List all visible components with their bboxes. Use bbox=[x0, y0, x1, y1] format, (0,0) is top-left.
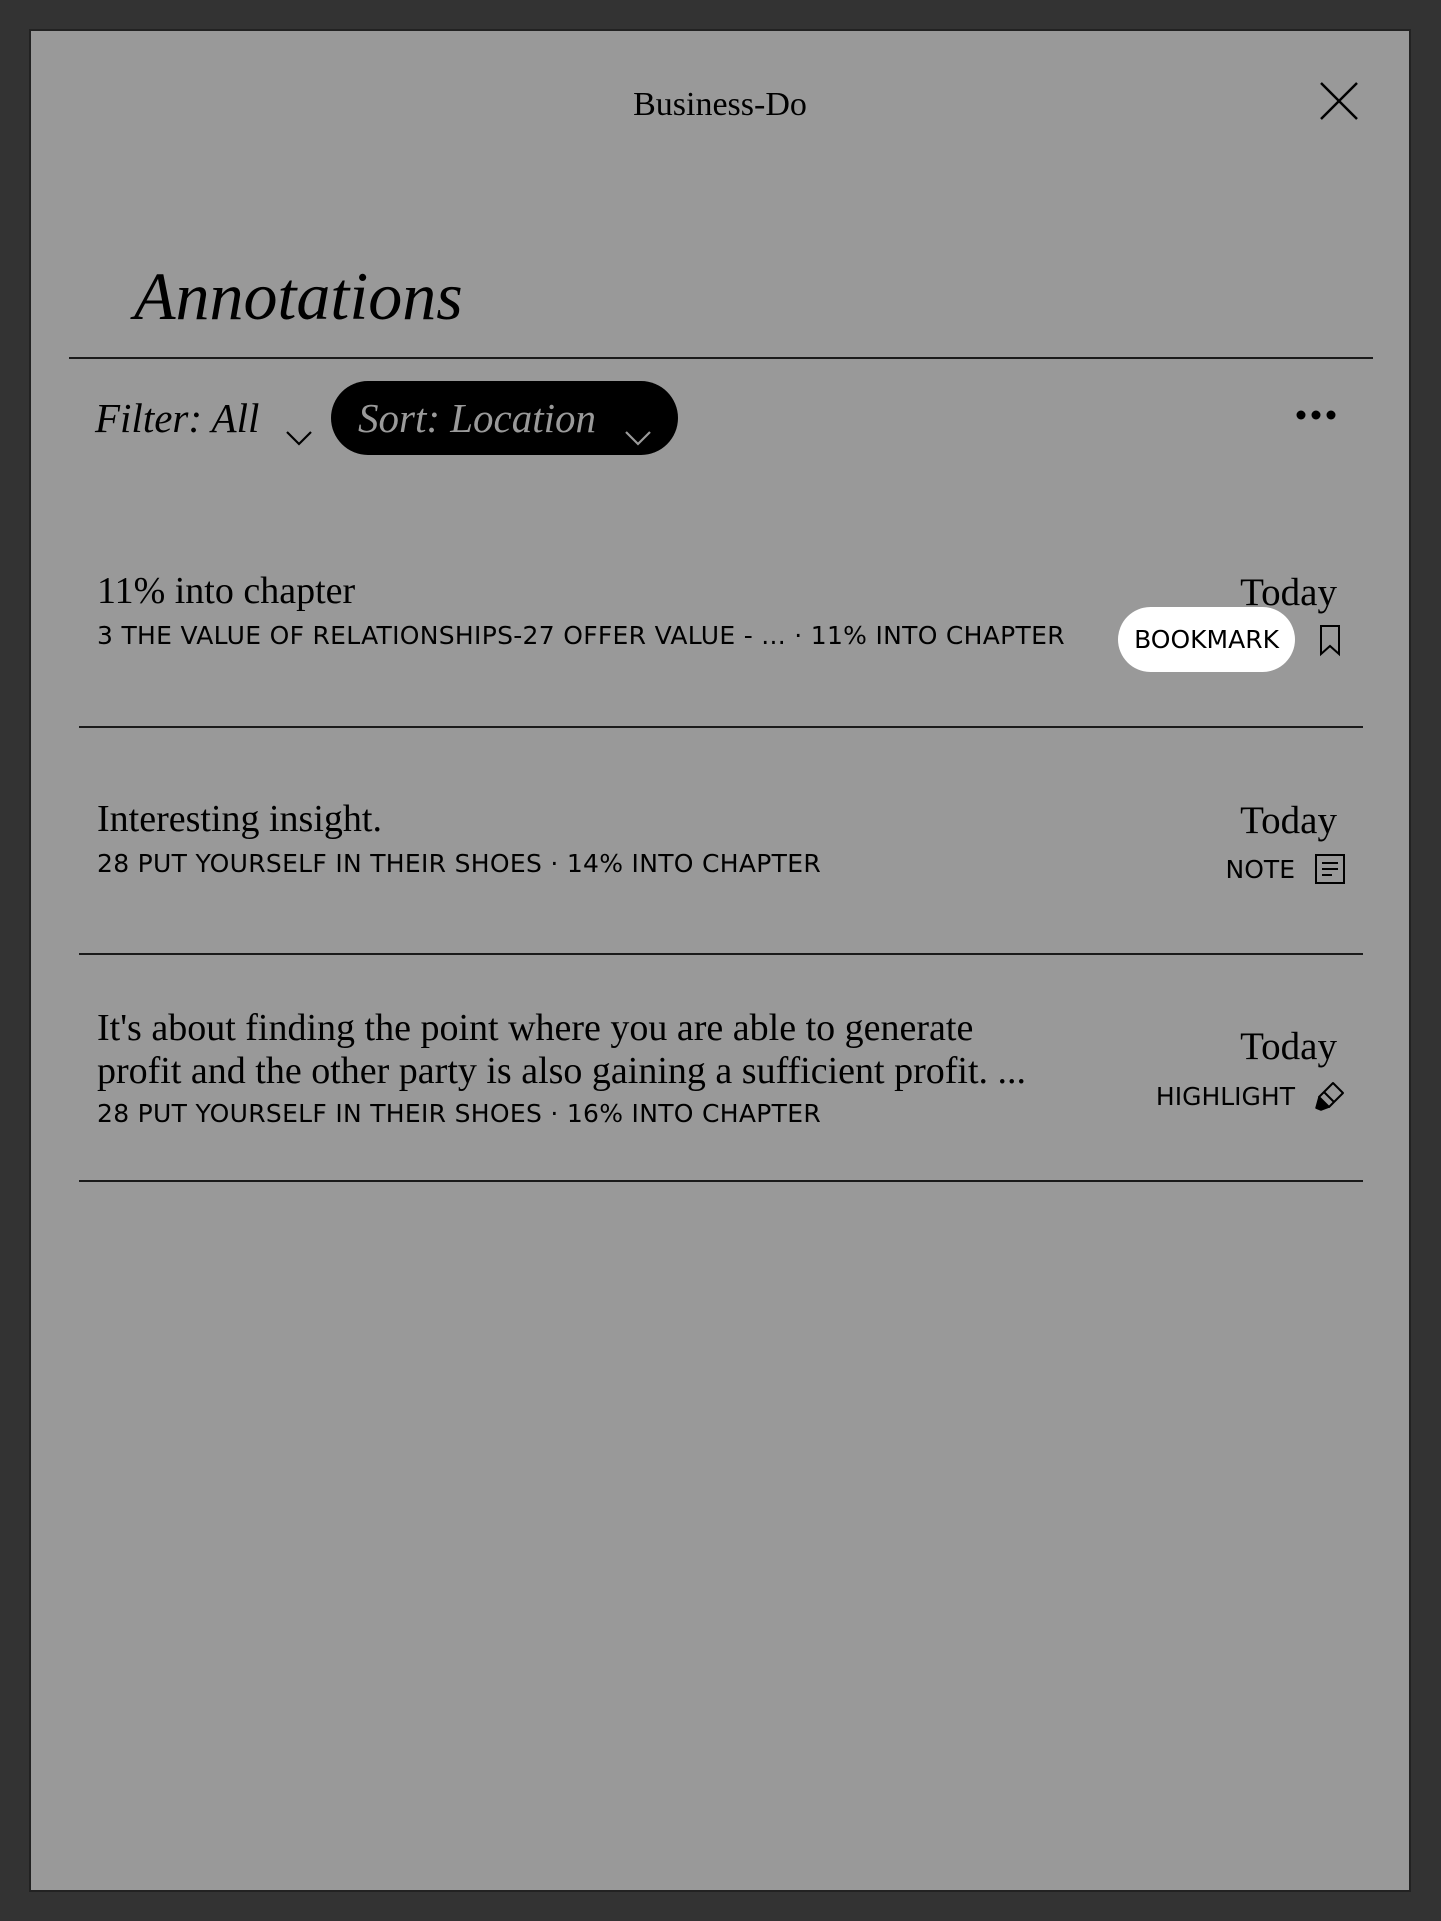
annotation-text-line-1: It's about finding the point where you a… bbox=[97, 1007, 974, 1049]
sort-label: Sort: Location bbox=[358, 395, 597, 441]
annotation-text: 11% into chapter bbox=[97, 570, 356, 612]
heading-divider bbox=[69, 357, 1373, 359]
annotation-location: 28 PUT YOURSELF IN THEIR SHOES · 14% INT… bbox=[97, 849, 822, 878]
annotations-panel: Business-Do Annotations Filter: All Sort… bbox=[29, 29, 1411, 1892]
annotation-location: 28 PUT YOURSELF IN THEIR SHOES · 16% INT… bbox=[97, 1099, 822, 1128]
annotation-text: Interesting insight. bbox=[97, 798, 382, 840]
chevron-down-icon bbox=[624, 409, 652, 446]
close-icon bbox=[1320, 82, 1358, 120]
close-button[interactable] bbox=[1313, 75, 1365, 127]
more-options-button[interactable] bbox=[1295, 403, 1337, 427]
chevron-down-icon bbox=[285, 409, 313, 446]
type-label: HIGHLIGHT bbox=[1155, 1081, 1295, 1111]
annotation-type: BOOKMARK bbox=[1118, 607, 1347, 672]
filter-dropdown[interactable]: Filter: All bbox=[95, 381, 313, 455]
note-icon bbox=[1313, 852, 1347, 886]
annotation-date: Today bbox=[1240, 799, 1337, 842]
list-item[interactable]: Interesting insight. 28 PUT YOURSELF IN … bbox=[79, 728, 1363, 955]
annotations-list: 11% into chapter 3 THE VALUE OF RELATION… bbox=[79, 501, 1363, 1182]
item-content: It's about finding the point where you a… bbox=[97, 1007, 1133, 1128]
more-horizontal-icon bbox=[1296, 410, 1336, 420]
bookmark-icon bbox=[1313, 623, 1347, 657]
highlighter-icon bbox=[1313, 1079, 1347, 1113]
list-item[interactable]: It's about finding the point where you a… bbox=[79, 955, 1363, 1182]
annotation-location: 3 THE VALUE OF RELATIONSHIPS-27 OFFER VA… bbox=[97, 621, 1065, 650]
sort-dropdown[interactable]: Sort: Location bbox=[331, 381, 679, 455]
type-label: BOOKMARK bbox=[1118, 607, 1295, 672]
annotation-date: Today bbox=[1240, 1025, 1337, 1068]
page-title: Annotations bbox=[134, 258, 463, 334]
item-content: Interesting insight. 28 PUT YOURSELF IN … bbox=[97, 798, 1103, 878]
annotation-type: HIGHLIGHT bbox=[1156, 1079, 1347, 1113]
list-item[interactable]: 11% into chapter 3 THE VALUE OF RELATION… bbox=[79, 501, 1363, 728]
annotation-type: NOTE bbox=[1226, 852, 1347, 886]
item-content: 11% into chapter 3 THE VALUE OF RELATION… bbox=[97, 570, 1103, 650]
type-label: NOTE bbox=[1225, 854, 1295, 884]
filter-label: Filter: All bbox=[95, 395, 260, 441]
toolbar: Filter: All Sort: Location bbox=[69, 381, 1373, 455]
book-title: Business-Do bbox=[633, 86, 807, 123]
annotation-text-line-2: profit and the other party is also gaini… bbox=[97, 1050, 1027, 1092]
